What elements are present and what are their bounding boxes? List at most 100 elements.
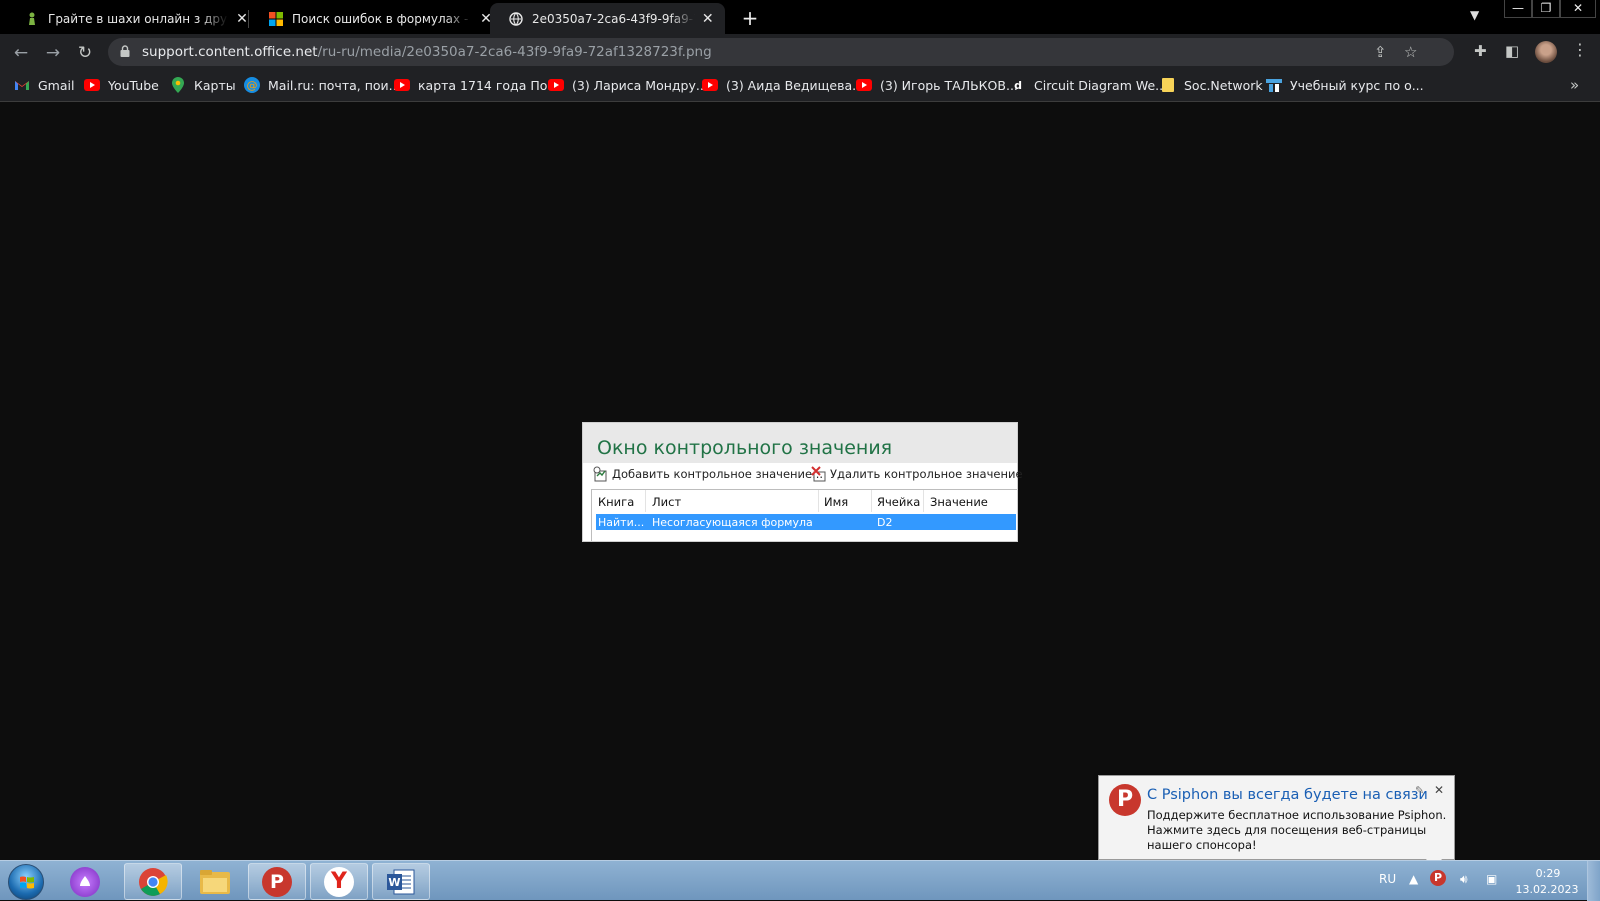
bookmark-label: Soc.Network [1184, 77, 1263, 93]
lock-icon [120, 45, 130, 57]
menu-kebab-icon[interactable]: ⋮ [1572, 40, 1588, 59]
clock-date[interactable]: 13.02.2023 [1512, 883, 1582, 896]
network-icon[interactable]: ▣ [1486, 872, 1497, 886]
taskbar-explorer[interactable] [186, 863, 244, 900]
column-separator [818, 490, 819, 512]
tab-strip: Грайте в шахи онлайн з друзями ✕ Поиск о… [0, 0, 1600, 34]
bookmark-gmail[interactable]: Gmail [14, 77, 74, 93]
taskbar-psiphon[interactable]: P [248, 863, 306, 900]
add-watch-label: Добавить контрольное значение... [612, 467, 824, 481]
bookmark-igor[interactable]: (3) Игорь ТАЛЬКОВ... [856, 77, 1018, 93]
bookmark-larisa[interactable]: (3) Лариса Мондру... [548, 77, 708, 93]
tab-title: Поиск ошибок в формулах - Сл [292, 11, 472, 26]
cell-address: D2 [877, 516, 893, 529]
youtube-icon [702, 77, 718, 93]
star-icon[interactable]: ☆ [1404, 43, 1417, 61]
windows-logo-icon [20, 876, 34, 889]
watch-window-title: Окно контрольного значения [597, 437, 893, 459]
extensions-puzzle-icon[interactable]: ✚ [1474, 42, 1487, 60]
bookmark-maps[interactable]: Карты [170, 77, 236, 93]
chevron-double-right-icon[interactable]: » [1570, 76, 1579, 94]
taskbar-alice[interactable] [56, 863, 114, 900]
close-icon[interactable]: ✕ [1434, 783, 1444, 797]
tray-chevron-up-icon[interactable]: ▲ [1409, 872, 1418, 886]
clock-time[interactable]: 0:29 [1520, 867, 1576, 880]
bookmark-label: Mail.ru: почта, пои... [268, 77, 401, 93]
bookmark-youtube[interactable]: YouTube [84, 77, 159, 93]
tab-office-support[interactable]: Поиск ошибок в формулах - Сл ✕ [250, 3, 504, 34]
delete-watch-button: Удалить контрольное значение [811, 466, 1023, 482]
delete-watch-label: Удалить контрольное значение [830, 467, 1023, 481]
pin-icon[interactable]: ✎ [1415, 784, 1424, 797]
globe-icon [508, 11, 524, 27]
close-window-button[interactable]: ✕ [1560, 0, 1596, 18]
bookmark-circuit-diagram[interactable]: d Circuit Diagram We... [1010, 77, 1167, 93]
browser-toolbar: ← → ↻ support.content.office.net/ru-ru/m… [0, 34, 1600, 70]
tab-separator [248, 10, 249, 28]
profile-avatar[interactable] [1535, 41, 1557, 63]
start-button[interactable] [8, 864, 44, 900]
bookmark-mailru[interactable]: @ Mail.ru: почта, пои... [244, 77, 401, 93]
svg-text:@: @ [247, 79, 258, 92]
psiphon-tray-icon[interactable]: P [1430, 870, 1446, 886]
mailru-at-icon: @ [244, 77, 260, 93]
bookmark-label: Учебный курс по о... [1290, 77, 1424, 93]
tab-chess[interactable]: Грайте в шахи онлайн з друзями ✕ [6, 3, 260, 34]
bookmark-label: YouTube [108, 77, 159, 93]
column-header-sheet: Лист [652, 495, 682, 509]
delete-watch-icon [811, 466, 826, 482]
close-icon[interactable]: ✕ [701, 11, 715, 27]
bookmark-label: (3) Лариса Мондру... [572, 77, 708, 93]
alice-icon [70, 866, 100, 897]
add-watch-icon [593, 466, 607, 482]
new-tab-button[interactable]: + [738, 6, 762, 30]
watch-window-image: Окно контрольного значения Добавить конт… [582, 422, 1023, 542]
taskbar-word[interactable]: W [372, 863, 430, 900]
course-icon [1266, 77, 1282, 93]
bookmark-label: (3) Игорь ТАЛЬКОВ... [880, 77, 1018, 93]
yandex-icon: Y [324, 866, 354, 897]
circuit-diagram-icon: d [1014, 78, 1022, 92]
bookmark-label: Gmail [38, 77, 75, 93]
taskbar-yandex[interactable]: Y [310, 863, 368, 900]
show-desktop-button[interactable] [1587, 861, 1600, 901]
volume-icon[interactable]: 🔊︎ [1460, 872, 1468, 887]
bookmark-aida[interactable]: (3) Аида Ведищева... [702, 77, 864, 93]
add-watch-button: Добавить контрольное значение... [593, 466, 823, 482]
taskbar-chrome[interactable] [124, 863, 182, 900]
reload-button[interactable]: ↻ [74, 42, 96, 64]
column-separator [645, 490, 646, 512]
youtube-icon [548, 77, 564, 93]
column-header-cell: Ячейка [877, 495, 921, 509]
address-bar[interactable]: support.content.office.net/ru-ru/media/2… [108, 38, 1454, 66]
psiphon-notification[interactable]: P С Psiphon вы всегда будете на связи По… [1098, 775, 1455, 860]
chevron-down-icon[interactable]: ▼ [1470, 8, 1479, 22]
bookmark-map-1714[interactable]: карта 1714 года По... [394, 77, 559, 93]
forward-button[interactable]: → [42, 42, 64, 64]
psiphon-icon: P [262, 866, 292, 897]
tab-title: Грайте в шахи онлайн з друзями [48, 11, 228, 26]
psiphon-logo-icon: P [1109, 784, 1141, 816]
youtube-icon [84, 77, 100, 93]
bookmark-course[interactable]: Учебный курс по о... [1266, 77, 1424, 93]
folder-icon [200, 869, 230, 894]
restore-button[interactable]: ❐ [1532, 0, 1560, 18]
back-button[interactable]: ← [10, 42, 32, 64]
windows-taskbar: P Y W RU ▲ P 🔊︎ ▣ 0:29 13.02.2023 [0, 860, 1600, 901]
bookmark-soc-network[interactable]: Soc.Network [1160, 77, 1263, 93]
tab-title: 2e0350a7-2ca6-43f9-9fa9-72af13 [532, 11, 695, 26]
youtube-icon [856, 77, 872, 93]
svg-text:W: W [388, 876, 400, 889]
tab-image-active[interactable]: 2e0350a7-2ca6-43f9-9fa9-72af13 ✕ [490, 3, 725, 34]
language-indicator[interactable]: RU [1379, 872, 1396, 886]
url-host: support.content.office.net [142, 44, 318, 60]
bookmarks-bar: Gmail YouTube Карты @ Mail.ru: почта, по… [0, 70, 1600, 102]
share-icon[interactable]: ⇪ [1374, 43, 1387, 61]
minimize-button[interactable]: — [1504, 0, 1532, 18]
column-separator [871, 490, 872, 512]
chess-pawn-icon [24, 11, 40, 27]
side-panel-icon[interactable]: ◧ [1505, 42, 1519, 60]
column-separator [923, 490, 924, 512]
url-path: /ru-ru/media/2e0350a7-2ca6-43f9-9fa9-72a… [317, 44, 712, 60]
watch-window-toolbar: Добавить контрольное значение... Удалить… [591, 463, 1023, 485]
